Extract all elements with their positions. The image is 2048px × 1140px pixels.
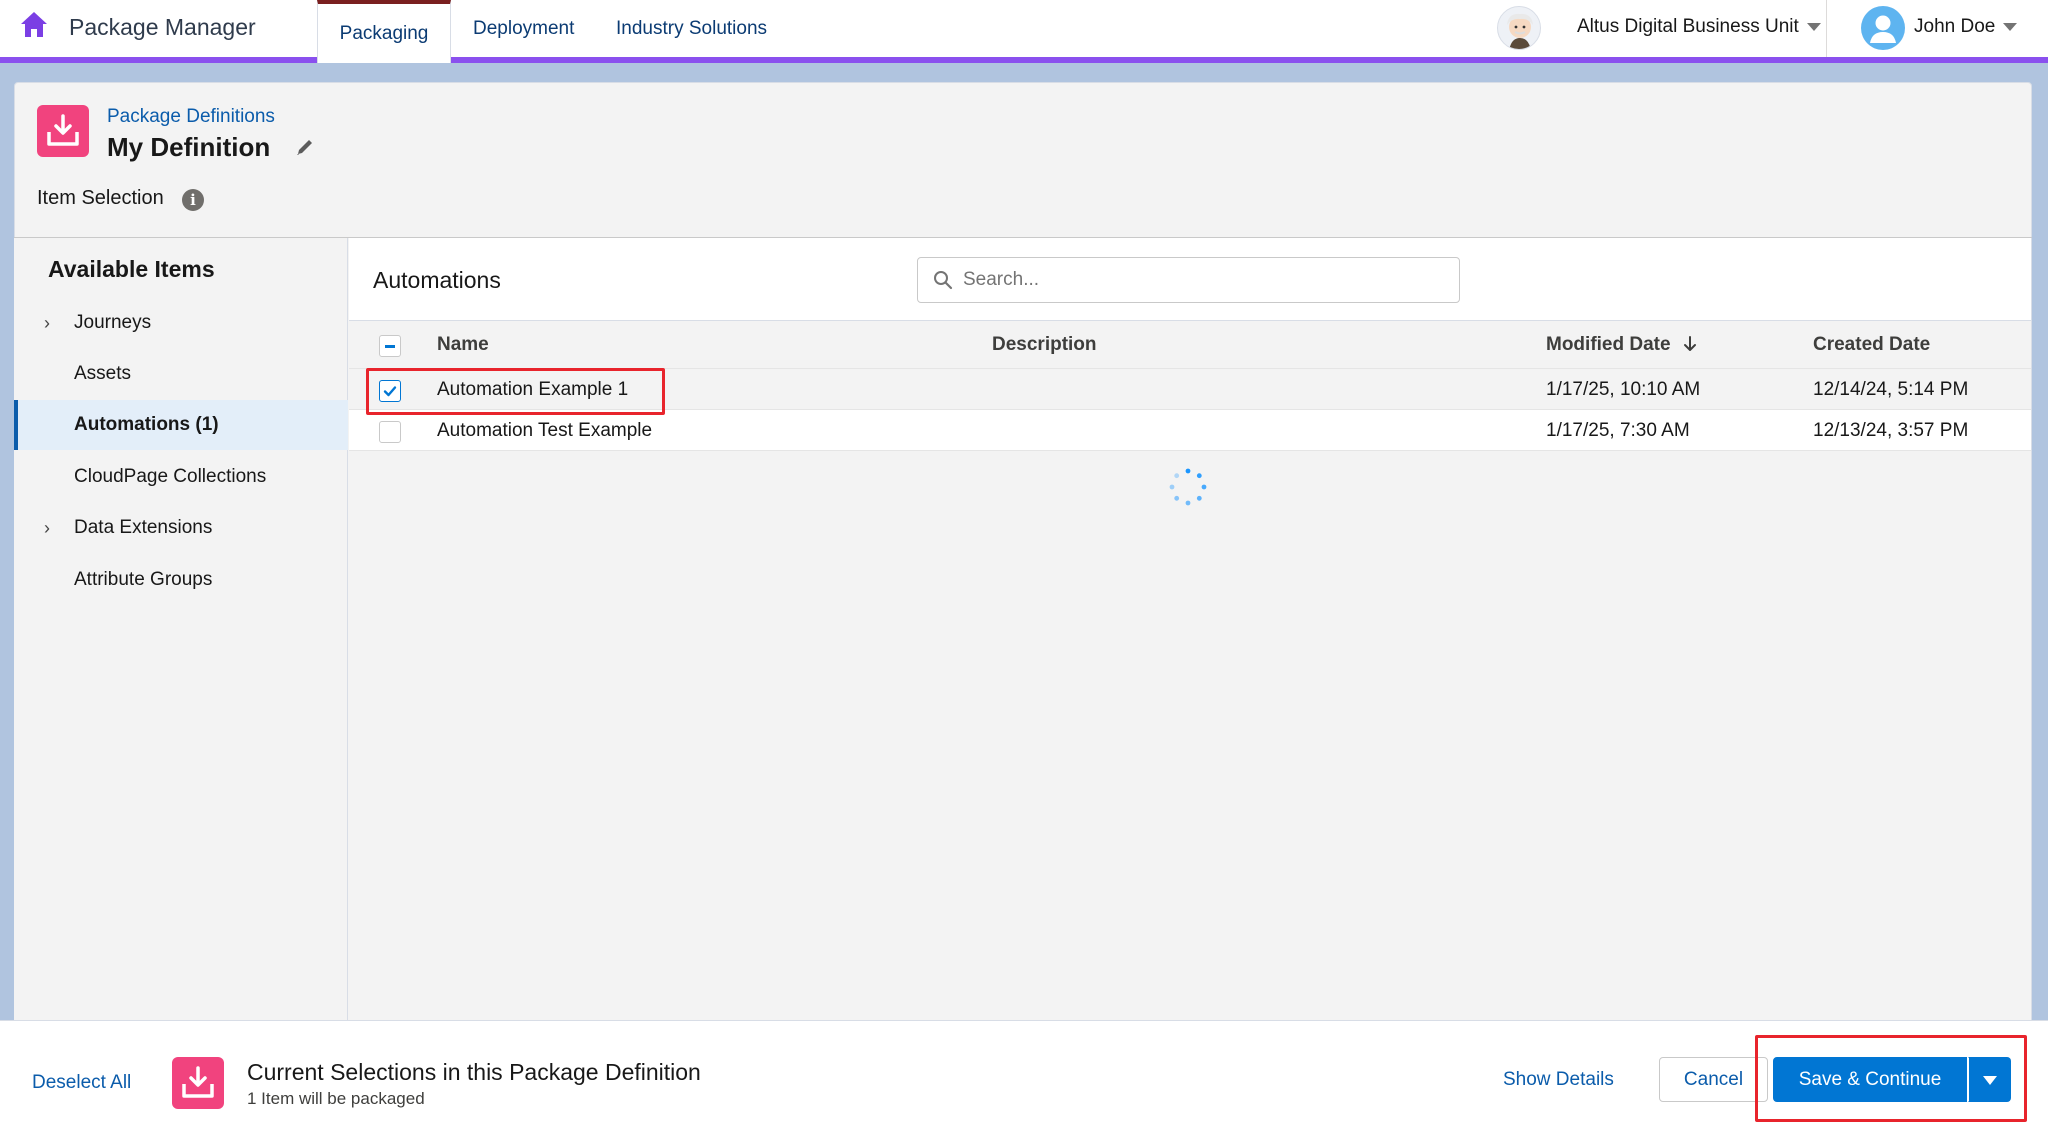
loading-spinner-icon	[1169, 468, 1207, 506]
sidebar-item-attribute-groups[interactable]: Attribute Groups	[14, 555, 348, 605]
chevron-right-icon[interactable]: ›	[44, 518, 50, 539]
highlight-box-save-button	[1755, 1035, 2027, 1122]
breadcrumb[interactable]: Package Definitions	[107, 106, 275, 128]
column-header-modified-date[interactable]: Modified Date	[1546, 334, 1698, 356]
app-name: Package Manager	[69, 14, 256, 40]
user-avatar[interactable]	[1861, 6, 1905, 50]
cell-modified-date: 1/17/25, 7:30 AM	[1546, 420, 1690, 441]
chevron-right-icon[interactable]: ›	[44, 313, 50, 334]
highlight-box-selected-row	[366, 368, 665, 415]
deselect-all-link[interactable]: Deselect All	[32, 1072, 131, 1094]
sidebar-title: Available Items	[48, 256, 215, 282]
cell-created-date: 12/14/24, 5:14 PM	[1813, 379, 1969, 400]
header-divider	[1826, 0, 1827, 57]
pencil-icon[interactable]	[294, 136, 316, 158]
business-unit-label: Altus Digital Business Unit	[1577, 16, 1799, 37]
page-title: My Definition	[107, 132, 271, 162]
business-unit-switcher[interactable]: Altus Digital Business Unit	[1577, 16, 1821, 38]
user-menu[interactable]: John Doe	[1914, 16, 2018, 38]
search-icon	[934, 271, 953, 290]
sidebar-item-cloudpage-collections[interactable]: CloudPage Collections	[14, 452, 348, 502]
sidebar-item-label: Attribute Groups	[74, 569, 213, 590]
select-all-checkbox[interactable]	[379, 335, 401, 357]
chevron-down-icon	[1806, 23, 1821, 31]
sidebar-item-label: Journeys	[74, 312, 152, 333]
cell-name: Automation Test Example	[437, 420, 653, 441]
package-icon	[37, 105, 89, 157]
user-icon	[1870, 15, 1896, 43]
info-icon[interactable]: i	[182, 189, 204, 211]
sidebar-item-label: Assets	[74, 363, 132, 384]
row-checkbox[interactable]	[379, 421, 401, 443]
tab-packaging[interactable]: Packaging	[317, 0, 451, 63]
arrow-down-icon	[1683, 336, 1696, 351]
einstein-icon	[1507, 13, 1533, 49]
search-input[interactable]	[963, 262, 1443, 298]
sidebar-item-assets[interactable]: Assets	[14, 349, 348, 399]
footer-subtitle: 1 Item will be packaged	[247, 1089, 425, 1108]
tab-label: Packaging	[339, 22, 429, 44]
tab-label: Deployment	[473, 17, 575, 39]
step-label: Item Selection	[37, 187, 164, 209]
panel-title: Automations	[373, 267, 501, 293]
sidebar-item-label: Data Extensions	[74, 517, 213, 538]
tab-industry-solutions[interactable]: Industry Solutions	[594, 0, 789, 57]
show-details-link[interactable]: Show Details	[1503, 1069, 1614, 1091]
tab-label: Industry Solutions	[616, 17, 768, 39]
column-header-label: Modified Date	[1546, 334, 1671, 355]
chevron-down-icon	[2003, 23, 2018, 31]
user-name-label: John Doe	[1914, 16, 1996, 37]
sidebar-item-label: CloudPage Collections	[74, 466, 267, 487]
cell-created-date: 12/13/24, 3:57 PM	[1813, 420, 1969, 441]
package-icon	[172, 1057, 224, 1109]
sidebar-item-journeys[interactable]: › Journeys	[14, 298, 348, 348]
column-header-description[interactable]: Description	[992, 334, 1097, 356]
cell-modified-date: 1/17/25, 10:10 AM	[1546, 379, 1701, 400]
table-header	[349, 322, 2031, 369]
einstein-avatar[interactable]	[1497, 6, 1541, 50]
sidebar-item-data-extensions[interactable]: › Data Extensions	[14, 503, 348, 553]
sidebar-item-label: Automations (1)	[74, 414, 219, 435]
cancel-button[interactable]: Cancel	[1659, 1057, 1768, 1102]
header-accent-bar	[0, 57, 2048, 63]
column-header-name[interactable]: Name	[437, 334, 489, 356]
footer-title: Current Selections in this Package Defin…	[247, 1059, 701, 1085]
column-header-created-date[interactable]: Created Date	[1813, 334, 1930, 356]
sidebar-item-automations[interactable]: Automations (1)	[14, 400, 348, 450]
home-icon[interactable]	[18, 9, 50, 41]
tab-deployment[interactable]: Deployment	[451, 0, 596, 57]
